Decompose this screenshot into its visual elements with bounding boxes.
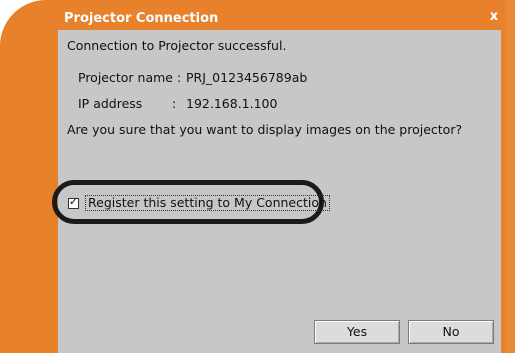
close-icon[interactable]: x	[487, 10, 501, 24]
yes-button[interactable]: Yes	[314, 320, 400, 344]
projector-name-value: PRJ_0123456789ab	[186, 70, 308, 85]
ip-address-label: IP address	[78, 96, 143, 111]
ip-address-colon: :	[172, 96, 177, 111]
projector-connection-dialog: Projector Connection x Connection to Pro…	[0, 0, 515, 353]
register-setting-option[interactable]: Register this setting to My Connection	[68, 195, 330, 211]
register-setting-checkbox[interactable]	[68, 195, 79, 209]
no-button[interactable]: No	[408, 320, 494, 344]
confirmation-question: Are you sure that you want to display im…	[67, 122, 463, 137]
projector-name-label: Projector name :	[78, 70, 182, 85]
dialog-title: Projector Connection	[64, 11, 219, 26]
ip-address-value: 192.168.1.100	[186, 96, 278, 111]
register-setting-label[interactable]: Register this setting to My Connection	[85, 195, 330, 211]
connection-status-message: Connection to Projector successful.	[67, 38, 287, 53]
